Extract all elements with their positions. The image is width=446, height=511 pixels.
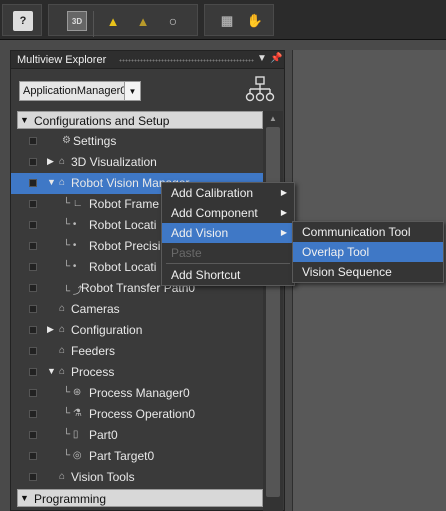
dropdown-arrow-icon[interactable]: ▼ <box>257 53 267 64</box>
explorer-header: Multiview Explorer ▼ 📌 <box>11 51 284 69</box>
warning-icon[interactable]: ▲ <box>103 11 123 31</box>
toolbar-separator <box>93 11 94 37</box>
menu-item-vision-sequence[interactable]: Vision Sequence <box>293 262 443 282</box>
checkbox[interactable] <box>29 473 37 481</box>
checkbox[interactable] <box>29 242 37 250</box>
path-icon: └ ⤴ <box>63 286 83 297</box>
checkbox[interactable] <box>29 368 37 376</box>
tree-item-feeders[interactable]: ⌂ Feeders <box>11 341 263 362</box>
checkbox[interactable] <box>29 263 37 271</box>
tree-item-3d-visualization[interactable]: ▶ ⌂ 3D Visualization <box>11 152 263 173</box>
checkbox[interactable] <box>29 137 37 145</box>
location-pin-icon: └ • <box>63 261 77 272</box>
part-target-icon: └ ◎ <box>63 450 82 461</box>
explorer-title: Multiview Explorer <box>17 54 107 66</box>
settings-icon: ⚙ <box>62 135 71 146</box>
help-icon[interactable]: ? <box>13 11 33 31</box>
toolbar-group-tools: ▦ ✋ <box>204 4 274 36</box>
tree-item-part-target[interactable]: └ ◎ Part Target0 <box>11 446 263 467</box>
main-toolbar: ? 3D ▲ ▲ ○ ▦ ✋ <box>0 0 446 40</box>
chevron-right-icon: ▶ <box>280 228 287 237</box>
expand-arrow-icon[interactable]: ▼ <box>20 115 29 125</box>
process-operation-icon: └ ⚗ <box>63 408 82 419</box>
menu-item-paste: Paste <box>171 246 202 260</box>
tree-item-process-manager[interactable]: └ ⊛ Process Manager0 <box>11 383 263 404</box>
folder-icon: ⌂ <box>59 366 66 377</box>
checkbox[interactable] <box>29 326 37 334</box>
add-vision-submenu: Communication Tool Overlap Tool Vision S… <box>292 221 444 283</box>
refresh-icon[interactable]: ○ <box>163 11 183 31</box>
menu-item-add-calibration[interactable]: Add Calibration ▶ <box>162 183 294 203</box>
hand-icon[interactable]: ✋ <box>245 11 265 31</box>
checkbox[interactable] <box>29 452 37 460</box>
tree-connector-icon: └ ∟ <box>63 198 83 209</box>
checkbox[interactable] <box>29 305 37 313</box>
scroll-up-icon[interactable]: ▲ <box>263 111 283 125</box>
toolbar-group-view: 3D ▲ ▲ ○ <box>48 4 198 37</box>
chevron-right-icon: ▶ <box>280 188 287 197</box>
tree-section-programming[interactable]: ▼ Programming <box>17 489 263 507</box>
folder-icon: ⌂ <box>59 345 66 356</box>
menu-separator <box>166 263 290 264</box>
tree-item-cameras[interactable]: ⌂ Cameras <box>11 299 263 320</box>
folder-icon: ⌂ <box>59 324 66 335</box>
checkbox[interactable] <box>29 347 37 355</box>
folder-icon: ⌂ <box>59 303 66 314</box>
3d-view-icon[interactable]: 3D <box>67 11 87 31</box>
tree-item-part[interactable]: └ ▯ Part0 <box>11 425 263 446</box>
checkbox[interactable] <box>29 158 37 166</box>
calculator-icon[interactable]: ▦ <box>217 11 237 31</box>
pin-icon[interactable]: 📌 <box>270 53 282 64</box>
collapse-arrow-icon[interactable]: ▼ <box>47 177 56 187</box>
expand-arrow-icon[interactable]: ▼ <box>20 493 29 503</box>
menu-item-add-shortcut[interactable]: Add Shortcut <box>162 265 294 285</box>
context-menu: Add Calibration ▶ Add Component ▶ Add Vi… <box>161 182 295 286</box>
folder-icon: ⌂ <box>59 177 66 188</box>
checkbox[interactable] <box>29 284 37 292</box>
part-icon: └ ▯ <box>63 429 79 440</box>
checkbox[interactable] <box>29 410 37 418</box>
chevron-down-icon[interactable]: ▼ <box>124 82 140 100</box>
menu-item-add-component[interactable]: Add Component ▶ <box>162 203 294 223</box>
menu-item-add-vision[interactable]: Add Vision ▶ <box>162 223 294 243</box>
chevron-right-icon: ▶ <box>280 208 287 217</box>
tree-item-vision-tools[interactable]: ⌂ Vision Tools <box>11 467 263 488</box>
checkbox[interactable] <box>29 389 37 397</box>
checkbox[interactable] <box>29 200 37 208</box>
checkbox[interactable] <box>29 221 37 229</box>
tree-item-configuration[interactable]: ▶ ⌂ Configuration <box>11 320 263 341</box>
toolbar-group-help: ? <box>2 4 42 36</box>
application-selector[interactable]: ApplicationManager0 ▼ <box>19 81 141 101</box>
tree-item-process[interactable]: ▼ ⌂ Process <box>11 362 263 383</box>
checkbox[interactable] <box>29 431 37 439</box>
location-pin-icon: └ • <box>63 219 77 230</box>
collapse-arrow-icon[interactable]: ▼ <box>47 366 56 376</box>
expand-arrow-icon[interactable]: ▶ <box>47 324 54 335</box>
folder-icon: ⌂ <box>59 471 66 482</box>
checkbox[interactable] <box>29 179 37 187</box>
explorer-scrollbar[interactable]: ▲ <box>263 111 283 511</box>
application-selector-value: ApplicationManager0 <box>23 85 127 97</box>
process-manager-icon: └ ⊛ <box>63 387 82 398</box>
menu-item-communication-tool[interactable]: Communication Tool <box>293 222 443 242</box>
folder-icon: ⌂ <box>59 156 66 167</box>
tree-item-settings[interactable]: ⚙ Settings <box>11 131 263 152</box>
clear-warning-icon[interactable]: ▲ <box>133 11 153 31</box>
tree-section-configurations[interactable]: ▼ Configurations and Setup <box>17 111 263 129</box>
location-pin-icon: └ • <box>63 240 77 251</box>
menu-item-overlap-tool[interactable]: Overlap Tool <box>293 242 443 262</box>
drag-grip[interactable] <box>119 59 254 62</box>
tree-item-process-operation[interactable]: └ ⚗ Process Operation0 <box>11 404 263 425</box>
expand-arrow-icon[interactable]: ▶ <box>47 156 54 167</box>
hierarchy-icon[interactable] <box>245 75 275 105</box>
